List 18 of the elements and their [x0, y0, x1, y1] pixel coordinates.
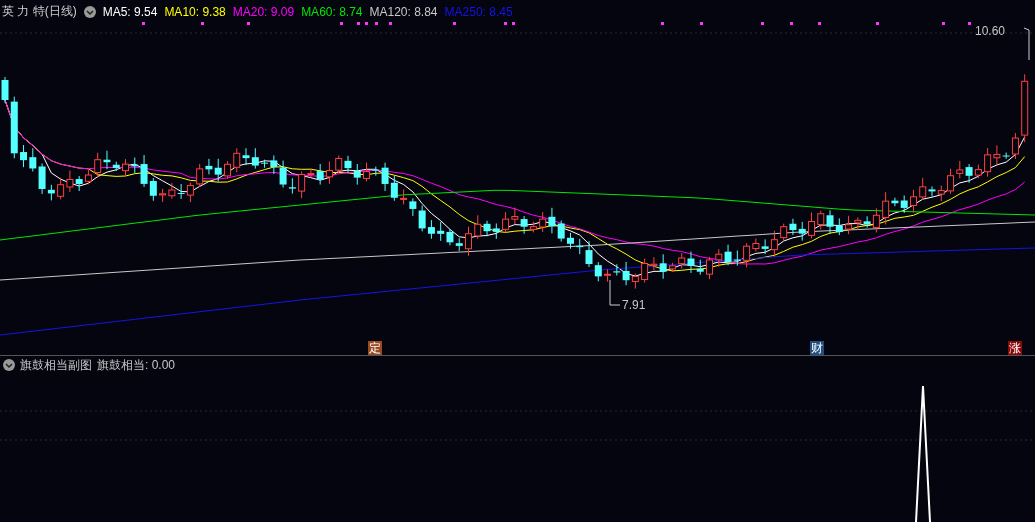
ma-value: MA10: 9.38 — [164, 4, 226, 19]
event-marker[interactable]: 定 — [368, 341, 382, 355]
ma-value: MA60: 8.74 — [301, 4, 363, 19]
event-marker[interactable]: 财 — [810, 341, 824, 355]
ma-value: MA250: 8.45 — [444, 4, 513, 19]
low-price-label: 7.91 — [622, 298, 646, 312]
leader-line — [609, 279, 621, 306]
subchart-title: 旗鼓相当副图 — [20, 356, 92, 374]
high-price-label: 10.60 — [975, 24, 1006, 38]
ma-value: MA20: 9.09 — [232, 4, 295, 19]
event-marker[interactable]: 涨 — [1008, 341, 1022, 355]
stock-title: 英 力 特(日线) — [2, 3, 77, 20]
collapse-icon[interactable] — [83, 5, 96, 18]
leader-line — [1023, 27, 1030, 61]
ma-value: MA5: 9.54 — [102, 4, 158, 19]
ma-value: MA120: 8.84 — [369, 4, 438, 19]
collapse-icon[interactable] — [3, 359, 15, 371]
indicator-value: 旗鼓相当: 0.00 — [97, 356, 176, 374]
